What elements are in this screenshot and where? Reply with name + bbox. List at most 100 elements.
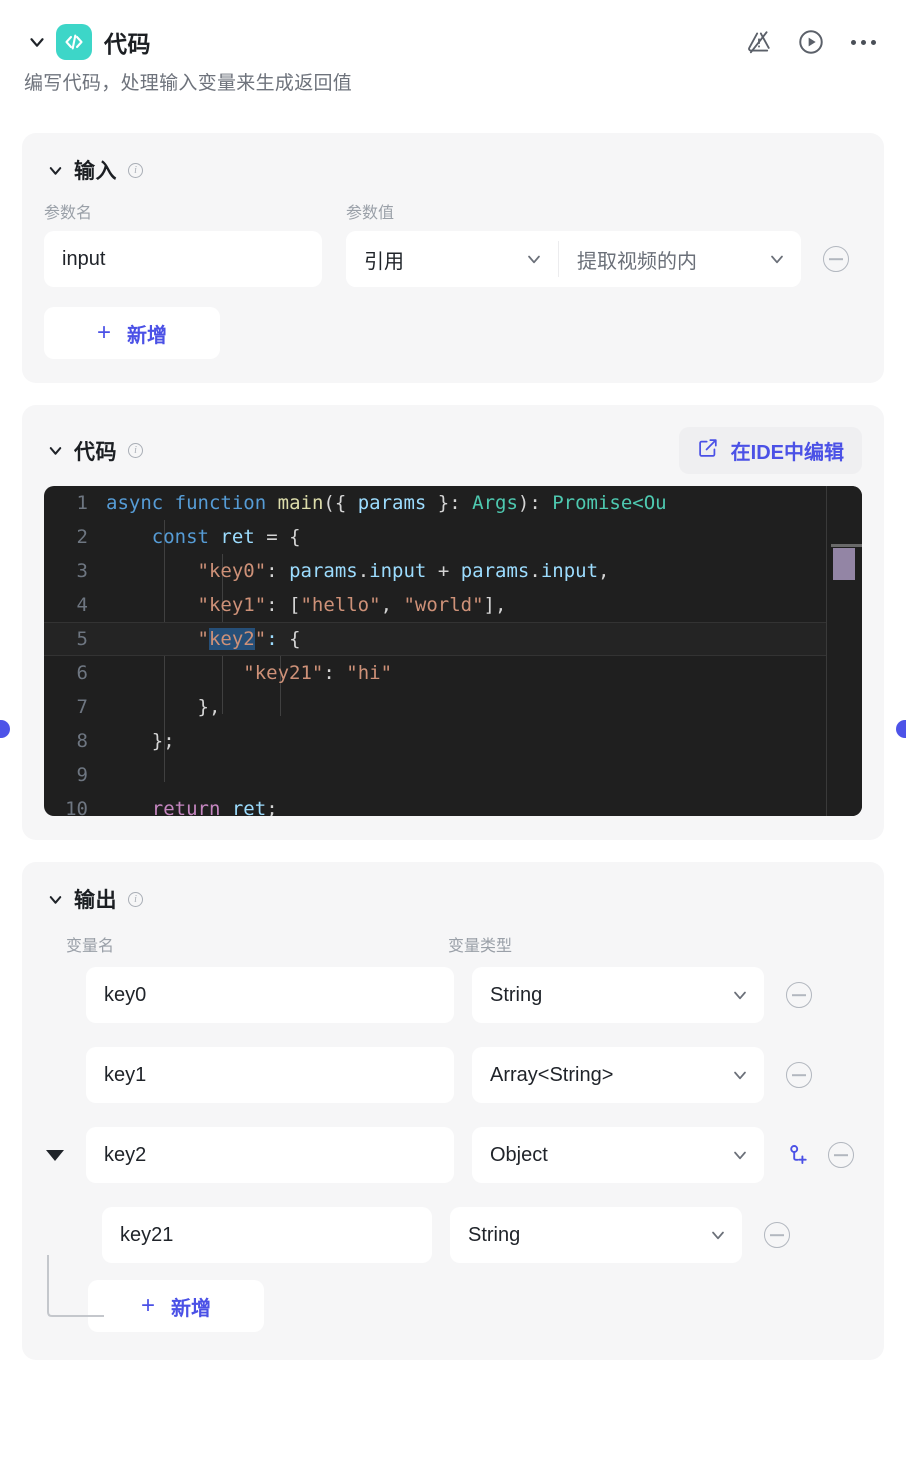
- output-port[interactable]: [896, 720, 906, 738]
- output-row: key1 Array<String>: [44, 1046, 862, 1104]
- info-icon[interactable]: i: [128, 891, 143, 907]
- line-number: 10: [65, 798, 88, 816]
- line-text: const ret = {: [151, 526, 301, 548]
- line-text: };: [151, 730, 175, 752]
- code-collapse-toggle[interactable]: [44, 440, 66, 462]
- input-row: input 引用 提取视频的内: [44, 231, 862, 287]
- chevron-down-icon: [730, 985, 750, 1005]
- output-row-actions: [786, 1062, 812, 1088]
- node-collapse-toggle[interactable]: [24, 29, 50, 55]
- output-expand-toggle[interactable]: [44, 1149, 66, 1161]
- line-text: return ret;: [151, 798, 278, 816]
- input-add-button[interactable]: + 新增: [44, 307, 220, 359]
- node-header: 代码: [0, 0, 906, 62]
- edit-in-ide-button[interactable]: 在IDE中编辑: [678, 427, 862, 474]
- output-column-headers: 变量名 变量类型: [44, 932, 862, 956]
- chevron-down-icon: [524, 249, 544, 269]
- line-number: 6: [76, 662, 88, 684]
- line-text: },: [197, 696, 221, 718]
- edit-square-icon: [697, 437, 719, 465]
- minus-circle-icon[interactable]: [764, 1222, 790, 1248]
- input-section: 输入 i 参数名 参数值 input 引用 提取视频的内 + 新增: [22, 133, 884, 383]
- input-port[interactable]: [0, 720, 10, 738]
- output-section-title: 输出: [74, 889, 117, 912]
- code-line: 7 },: [44, 690, 862, 724]
- chevron-down-icon: [730, 1145, 750, 1165]
- output-row: key2 Object: [44, 1126, 862, 1184]
- output-type-select[interactable]: String: [472, 967, 764, 1023]
- output-name-value: key0: [104, 983, 147, 1006]
- param-name-value: input: [62, 247, 106, 270]
- output-add-label: 新增: [171, 1297, 211, 1320]
- editor-minimap[interactable]: [826, 486, 862, 816]
- output-type-value: Object: [490, 1143, 548, 1166]
- line-text: "key2": {: [197, 628, 301, 650]
- code-section-title: 代码: [74, 440, 117, 464]
- triangle-down-icon: [46, 1149, 64, 1161]
- header-actions: [744, 27, 882, 57]
- output-add-button[interactable]: + 新增: [88, 1280, 264, 1332]
- param-name-input[interactable]: input: [44, 231, 322, 287]
- output-name-input[interactable]: key21: [102, 1207, 432, 1263]
- input-section-title: 输入: [74, 160, 117, 183]
- output-row-actions: [764, 1222, 790, 1248]
- run-icon[interactable]: [796, 27, 826, 57]
- input-row-actions: [823, 246, 849, 272]
- output-row-child: key21 String: [44, 1206, 862, 1264]
- value-kind-select[interactable]: 引用: [346, 231, 558, 287]
- output-type-value: Array<String>: [490, 1063, 614, 1086]
- minus-circle-icon[interactable]: [828, 1142, 854, 1168]
- chevron-down-icon: [730, 1065, 750, 1085]
- minus-circle-icon[interactable]: [786, 1062, 812, 1088]
- output-row: key0 String: [44, 966, 862, 1024]
- output-col-name: 变量名: [66, 938, 115, 955]
- code-editor[interactable]: 1 async function main({ params }: Args):…: [44, 486, 862, 816]
- output-type-select[interactable]: Array<String>: [472, 1047, 764, 1103]
- code-line: 6 "key21": "hi": [44, 656, 862, 690]
- value-source-value: 提取视频的内: [577, 250, 697, 273]
- code-section: 代码 i 在IDE中编辑 1 async function main({par…: [22, 405, 884, 840]
- input-col-name: 参数名: [44, 205, 93, 222]
- output-type-value: String: [468, 1223, 521, 1246]
- more-icon[interactable]: [848, 27, 878, 57]
- edit-in-ide-label: 在IDE中编辑: [730, 442, 844, 464]
- code-editor-scroll: 1 async function main({ params }: Args):…: [44, 486, 862, 816]
- output-name-input[interactable]: key2: [86, 1127, 454, 1183]
- minimap-slider[interactable]: [833, 548, 855, 580]
- minus-circle-icon[interactable]: [786, 982, 812, 1008]
- output-type-select[interactable]: String: [450, 1207, 742, 1263]
- line-number: 9: [76, 764, 88, 786]
- line-text: "key21": "hi": [243, 662, 393, 684]
- add-sub-item-icon[interactable]: [786, 1143, 810, 1167]
- line-number: 2: [76, 526, 88, 548]
- output-section: 输出 i 变量名 变量类型 key0 String key1 Array<Str…: [22, 862, 884, 1360]
- output-name-value: key1: [104, 1063, 147, 1086]
- output-collapse-toggle[interactable]: [44, 888, 66, 910]
- output-name-input[interactable]: key0: [86, 967, 454, 1023]
- output-col-type: 变量类型: [448, 938, 513, 955]
- minus-circle-icon[interactable]: [823, 246, 849, 272]
- code-section-header-right: 在IDE中编辑: [678, 427, 862, 474]
- chevron-down-icon: [708, 1225, 728, 1245]
- output-name-value: key2: [104, 1143, 147, 1166]
- info-icon[interactable]: i: [128, 162, 143, 178]
- line-text: async function main({ params }: Args): P…: [106, 492, 667, 514]
- output-type-select[interactable]: Object: [472, 1127, 764, 1183]
- value-source-select[interactable]: 提取视频的内: [559, 231, 801, 287]
- info-icon[interactable]: i: [128, 443, 143, 458]
- output-row-actions: [786, 1142, 854, 1168]
- output-name-input[interactable]: key1: [86, 1047, 454, 1103]
- output-row-actions: [786, 982, 812, 1008]
- code-line: 3 "key0": params.input + params.input,: [44, 554, 862, 588]
- code-node-panel: 代码 编写代码，处理输入变量来生成返回值 输入 i 参数名 参数值 input …: [0, 0, 906, 1460]
- output-name-value: key21: [120, 1223, 174, 1246]
- value-kind-value: 引用: [364, 250, 404, 273]
- line-number: 1: [76, 492, 88, 514]
- warning-off-icon[interactable]: [744, 27, 774, 57]
- line-text: [106, 758, 862, 792]
- code-line: 9: [44, 758, 862, 792]
- node-subtitle: 编写代码，处理输入变量来生成返回值: [24, 73, 353, 94]
- code-line: 8 };: [44, 724, 862, 758]
- input-collapse-toggle[interactable]: [44, 159, 66, 181]
- code-selection: key2: [208, 628, 255, 650]
